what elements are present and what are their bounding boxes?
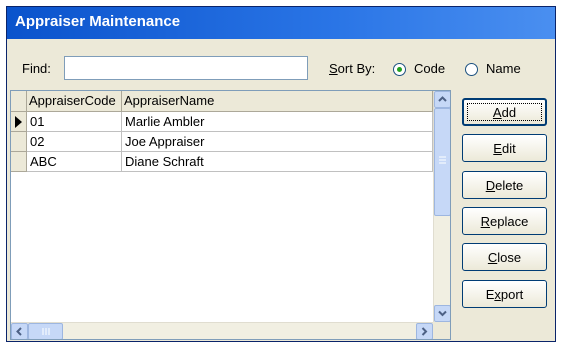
scroll-grip-icon bbox=[439, 156, 446, 164]
edit-button[interactable]: Edit bbox=[462, 134, 547, 162]
scroll-down-arrow-icon bbox=[438, 310, 447, 317]
scroll-grip-icon bbox=[42, 328, 50, 335]
find-label: Find: bbox=[22, 61, 51, 76]
sort-code-radio[interactable] bbox=[393, 63, 406, 76]
column-header-appraiser-name[interactable]: AppraiserName bbox=[122, 91, 433, 112]
scroll-down-button[interactable] bbox=[434, 305, 450, 322]
sort-name-label[interactable]: Name bbox=[486, 61, 521, 76]
cell-appraiser-name[interactable]: Marlie Ambler bbox=[122, 112, 433, 132]
cell-appraiser-code[interactable]: ABC bbox=[27, 152, 122, 172]
close-button[interactable]: Close bbox=[462, 243, 547, 271]
cell-appraiser-code[interactable]: 02 bbox=[27, 132, 122, 152]
sort-by-label: Sort By: bbox=[329, 61, 376, 76]
vertical-scrollbar[interactable] bbox=[433, 91, 450, 322]
sort-by-label-rest: ort By: bbox=[337, 61, 376, 76]
scrollbar-corner bbox=[433, 322, 450, 339]
scroll-left-arrow-icon bbox=[16, 327, 22, 336]
scroll-right-button[interactable] bbox=[416, 323, 433, 339]
export-button[interactable]: Export bbox=[462, 280, 547, 308]
row-pointer-icon bbox=[15, 116, 22, 128]
scroll-left-button[interactable] bbox=[11, 323, 28, 339]
find-input[interactable] bbox=[64, 56, 308, 80]
replace-button[interactable]: Replace bbox=[462, 207, 547, 235]
delete-button[interactable]: Delete bbox=[462, 171, 547, 199]
row-selector[interactable] bbox=[11, 152, 27, 172]
grid-corner-header bbox=[11, 91, 27, 112]
cell-appraiser-name[interactable]: Joe Appraiser bbox=[122, 132, 433, 152]
horizontal-scroll-thumb[interactable] bbox=[28, 323, 63, 339]
scroll-up-arrow-icon bbox=[438, 96, 447, 102]
row-selector[interactable] bbox=[11, 132, 27, 152]
window-title: Appraiser Maintenance bbox=[15, 13, 181, 30]
horizontal-scrollbar[interactable] bbox=[11, 322, 433, 339]
row-selector[interactable] bbox=[11, 112, 27, 132]
appraiser-grid[interactable]: AppraiserCode AppraiserName 01 Marlie Am… bbox=[10, 90, 451, 340]
add-button[interactable]: Add bbox=[462, 98, 547, 126]
scroll-up-button[interactable] bbox=[434, 91, 450, 108]
cell-appraiser-name[interactable]: Diane Schraft bbox=[122, 152, 433, 172]
appraiser-maintenance-window: Appraiser Maintenance Find: Sort By: Cod… bbox=[6, 6, 556, 342]
column-header-appraiser-code[interactable]: AppraiserCode bbox=[27, 91, 122, 112]
sort-name-radio[interactable] bbox=[465, 63, 478, 76]
scroll-right-arrow-icon bbox=[421, 327, 428, 336]
sort-code-label[interactable]: Code bbox=[414, 61, 445, 76]
radio-selected-dot bbox=[397, 67, 402, 72]
vertical-scroll-thumb[interactable] bbox=[434, 108, 450, 216]
cell-appraiser-code[interactable]: 01 bbox=[27, 112, 122, 132]
title-bar[interactable]: Appraiser Maintenance bbox=[7, 7, 555, 39]
